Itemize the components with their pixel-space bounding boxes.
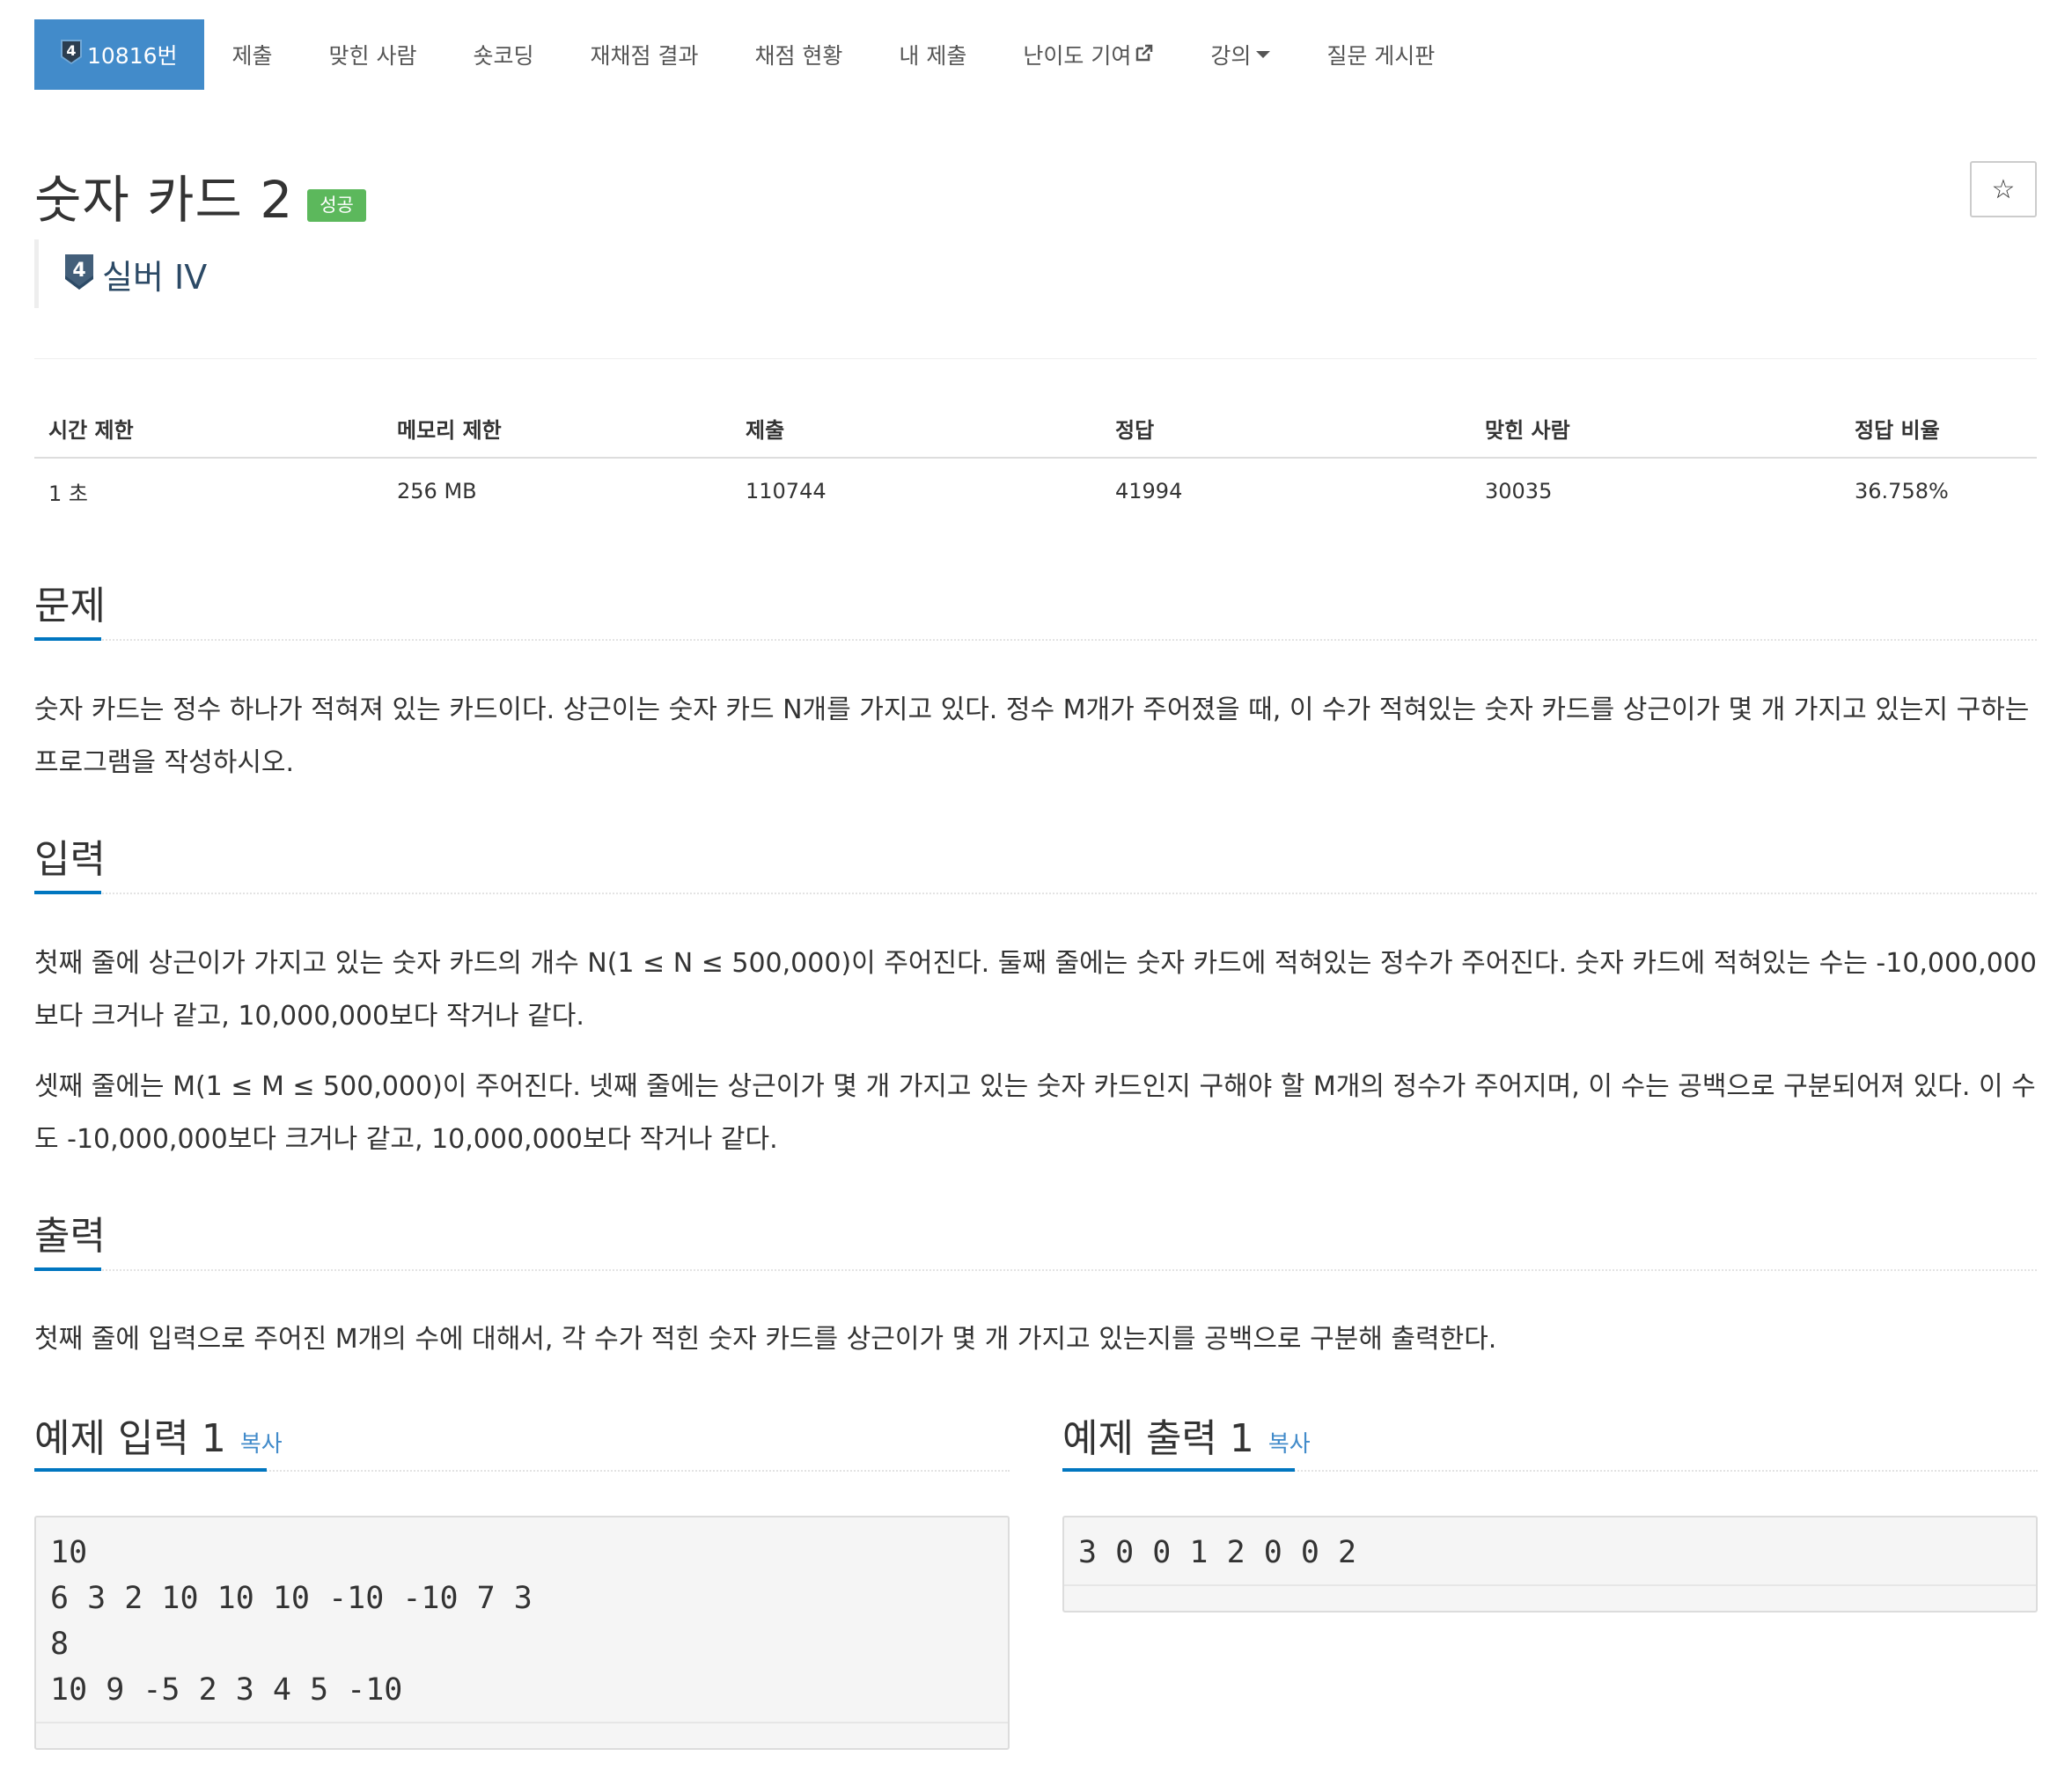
sample-output-heading: 예제 출력 1 복사 xyxy=(1062,1407,1311,1463)
submission-count-value: 110744 xyxy=(746,479,827,503)
favorite-star-button[interactable]: ☆ xyxy=(1970,161,2037,217)
section-heading-problem: 문제 xyxy=(34,584,106,628)
svg-text:4: 4 xyxy=(66,42,76,59)
section-underline xyxy=(34,891,101,894)
tab-rejudge-results[interactable]: 재채점 결과 xyxy=(562,19,727,90)
problem-number: 10816번 xyxy=(87,43,178,69)
time-limit-value: 1 초 xyxy=(48,481,88,506)
sample-output-title: 예제 출력 1 xyxy=(1062,1416,1254,1461)
section-divider xyxy=(34,639,2037,641)
status-badge: 성공 xyxy=(307,188,366,222)
tab-short-coding[interactable]: 숏코딩 xyxy=(445,19,562,90)
accepted-count-value: 41994 xyxy=(1115,479,1183,503)
stats-header-row: 시간 제한 메모리 제한 제출 정답 맞힌 사람 정답 비율 xyxy=(34,399,2037,459)
sample-input-title: 예제 입력 1 xyxy=(34,1416,226,1461)
section-heading-input: 입력 xyxy=(34,837,106,882)
sample-box-footer xyxy=(36,1722,1008,1748)
section-divider xyxy=(34,893,2037,894)
input-description-2: 셋째 줄에는 M(1 ≤ M ≤ 500,000)이 주어진다. 넷째 줄에는 … xyxy=(34,1071,2036,1155)
sample-output-box[interactable]: 3 0 0 1 2 0 0 2 xyxy=(1062,1516,2038,1613)
tier-label[interactable]: 실버 IV xyxy=(102,250,207,298)
sample-box-footer xyxy=(1064,1584,2036,1611)
stats-header: 정답 비율 xyxy=(1841,399,2037,459)
sample-input-heading: 예제 입력 1 복사 xyxy=(34,1407,283,1463)
input-description-1: 첫째 줄에 상근이가 가지고 있는 숫자 카드의 개수 N(1 ≤ N ≤ 50… xyxy=(34,948,2037,1032)
solved-users-value: 30035 xyxy=(1485,479,1553,503)
section-underline xyxy=(34,637,101,641)
title-row: 숫자 카드 2 성공 xyxy=(34,158,366,232)
tab-solved-users[interactable]: 맞힌 사람 xyxy=(301,19,445,90)
silver-tier-badge-icon: 4 xyxy=(63,253,95,295)
stats-header: 제출 xyxy=(731,399,1101,459)
stats-header: 메모리 제한 xyxy=(383,399,731,459)
stats-header: 맞힌 사람 xyxy=(1471,399,1841,459)
copy-sample-output-link[interactable]: 복사 xyxy=(1268,1426,1311,1458)
tab-problem[interactable]: 4 10816번 xyxy=(34,19,204,90)
memory-limit-value: 256 MB xyxy=(397,479,477,503)
tab-my-submissions[interactable]: 내 제출 xyxy=(871,19,995,90)
star-icon: ☆ xyxy=(1991,173,2016,205)
section-divider xyxy=(34,1269,2037,1271)
section-underline xyxy=(1062,1468,1295,1472)
silver-tier-icon: 4 xyxy=(59,38,84,71)
output-description: 첫째 줄에 입력으로 주어진 M개의 수에 대해서, 각 수가 적힌 숫자 카드… xyxy=(34,1324,1497,1355)
sample-input-box[interactable]: 10 6 3 2 10 10 10 -10 -10 7 3 8 10 9 -5 … xyxy=(34,1516,1010,1750)
tab-submit[interactable]: 제출 xyxy=(204,19,301,90)
stats-header: 정답 xyxy=(1101,399,1471,459)
problem-nav: 4 10816번 제출 맞힌 사람 숏코딩 재채점 결과 채점 현황 내 제출 … xyxy=(34,19,1463,90)
stats-header: 시간 제한 xyxy=(34,399,383,459)
page-title: 숫자 카드 2 xyxy=(34,170,294,230)
tab-judge-status[interactable]: 채점 현황 xyxy=(726,19,871,90)
sample-output-text: 3 0 0 1 2 0 0 2 xyxy=(1078,1535,1357,1570)
divider xyxy=(34,358,2037,359)
tab-lectures[interactable]: 강의 xyxy=(1182,19,1298,90)
section-underline xyxy=(34,1468,267,1472)
copy-sample-input-link[interactable]: 복사 xyxy=(240,1426,283,1458)
tab-lectures-label: 강의 xyxy=(1210,43,1252,69)
problem-stats-table: 시간 제한 메모리 제한 제출 정답 맞힌 사람 정답 비율 1 초 256 M… xyxy=(34,399,2037,524)
section-underline xyxy=(34,1267,101,1271)
tier-block: 4 실버 IV xyxy=(34,239,207,308)
external-link-icon xyxy=(1135,42,1154,68)
accept-ratio-value: 36.758% xyxy=(1855,479,1949,503)
sample-input-text: 10 6 3 2 10 10 10 -10 -10 7 3 8 10 9 -5 … xyxy=(50,1535,533,1708)
caret-down-icon xyxy=(1256,51,1271,58)
svg-text:4: 4 xyxy=(72,260,85,282)
tab-question-board[interactable]: 질문 게시판 xyxy=(1298,19,1463,90)
tab-difficulty-contribution[interactable]: 난이도 기여 xyxy=(995,19,1182,90)
stats-value-row: 1 초 256 MB 110744 41994 30035 36.758% xyxy=(34,458,2037,524)
tab-difficulty-label: 난이도 기여 xyxy=(1023,43,1132,69)
problem-description: 숫자 카드는 정수 하나가 적혀져 있는 카드이다. 상근이는 숫자 카드 N개… xyxy=(34,694,2030,778)
section-heading-output: 출력 xyxy=(34,1214,106,1259)
